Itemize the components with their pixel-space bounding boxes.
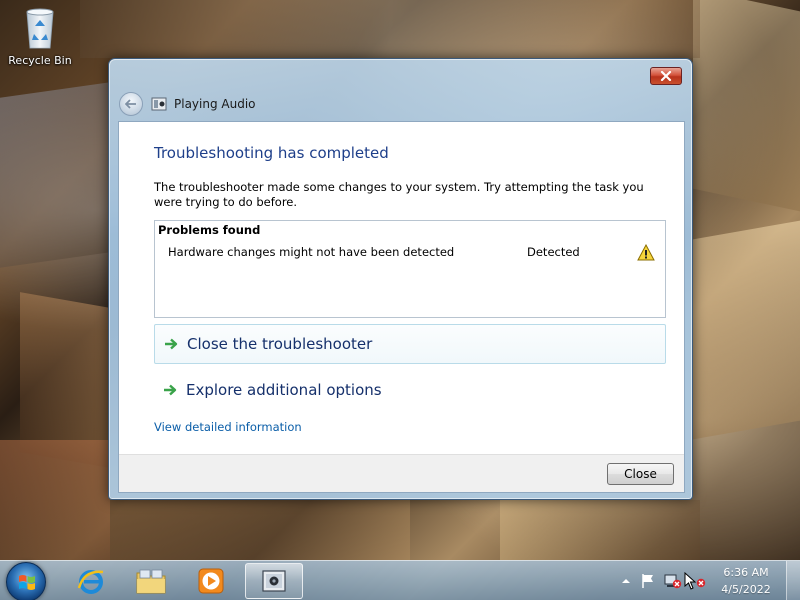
- clock-date: 4/5/2022: [721, 583, 771, 596]
- back-arrow-icon: [125, 99, 136, 109]
- recycle-bin-label: Recycle Bin: [8, 54, 72, 67]
- close-button[interactable]: Close: [607, 463, 674, 485]
- show-desktop-button[interactable]: [786, 561, 800, 600]
- explore-options-command[interactable]: Explore additional options: [154, 370, 666, 410]
- internet-explorer-taskbar-button[interactable]: [62, 563, 120, 599]
- media-player-icon: [198, 568, 224, 594]
- problems-found-panel: Problems found Hardware changes might no…: [154, 220, 666, 318]
- view-detailed-information-link[interactable]: View detailed information: [154, 420, 302, 434]
- wallpaper-tile: [500, 500, 700, 560]
- windows-explorer-taskbar-button[interactable]: [122, 563, 180, 599]
- wallpaper-tile: [0, 82, 110, 268]
- windows-logo-icon: [19, 575, 35, 590]
- windows-explorer-icon: [136, 569, 166, 594]
- description-text: The troubleshooter made some changes to …: [154, 180, 644, 209]
- media-player-taskbar-button[interactable]: [182, 563, 240, 599]
- problem-name: Hardware changes might not have been det…: [168, 245, 455, 259]
- warning-icon: [637, 244, 655, 261]
- taskbar: 6:36 AM 4/5/2022: [0, 560, 800, 600]
- volume-muted-icon[interactable]: [694, 574, 706, 588]
- problem-status: Detected: [527, 245, 580, 259]
- troubleshooter-window: Playing Audio Troubleshooting has comple…: [108, 58, 693, 500]
- problems-found-title: Problems found: [158, 223, 261, 237]
- window-content: Troubleshooting has completed The troubl…: [118, 121, 685, 493]
- notification-area: [620, 561, 706, 600]
- window-title: Playing Audio: [174, 97, 256, 111]
- close-troubleshooter-label: Close the troubleshooter: [187, 335, 373, 353]
- wallpaper-tile: [110, 500, 410, 560]
- troubleshooter-app-icon: [151, 97, 167, 111]
- taskbar-clock[interactable]: 6:36 AM 4/5/2022: [716, 564, 776, 598]
- show-hidden-icons-chevron-icon[interactable]: [620, 576, 632, 586]
- wallpaper-tile: [693, 0, 800, 212]
- start-button[interactable]: [6, 562, 46, 600]
- recycle-bin-icon: [26, 8, 54, 49]
- network-disconnected-icon[interactable]: [664, 573, 682, 589]
- window-nav-bar: Playing Audio: [119, 92, 256, 116]
- recycle-bin[interactable]: Recycle Bin: [6, 6, 74, 78]
- explore-options-label: Explore additional options: [186, 381, 382, 399]
- window-footer: Close: [119, 454, 684, 492]
- green-arrow-icon: [164, 384, 177, 396]
- close-icon: [660, 71, 672, 81]
- wallpaper-tile: [80, 0, 700, 58]
- clock-time: 6:36 AM: [723, 566, 769, 579]
- wallpaper-tile: [0, 440, 110, 560]
- action-center-flag-icon[interactable]: [640, 573, 656, 589]
- problem-row[interactable]: Hardware changes might not have been det…: [155, 244, 665, 263]
- back-button[interactable]: [119, 92, 143, 116]
- window-close-button[interactable]: [650, 67, 682, 85]
- internet-explorer-icon: [77, 570, 104, 594]
- page-heading: Troubleshooting has completed: [154, 144, 389, 162]
- green-arrow-icon: [165, 338, 178, 350]
- troubleshooter-taskbar-button[interactable]: [245, 563, 303, 599]
- close-troubleshooter-command[interactable]: Close the troubleshooter: [154, 324, 666, 364]
- troubleshooter-icon: [262, 570, 286, 592]
- wallpaper-tile: [693, 220, 800, 440]
